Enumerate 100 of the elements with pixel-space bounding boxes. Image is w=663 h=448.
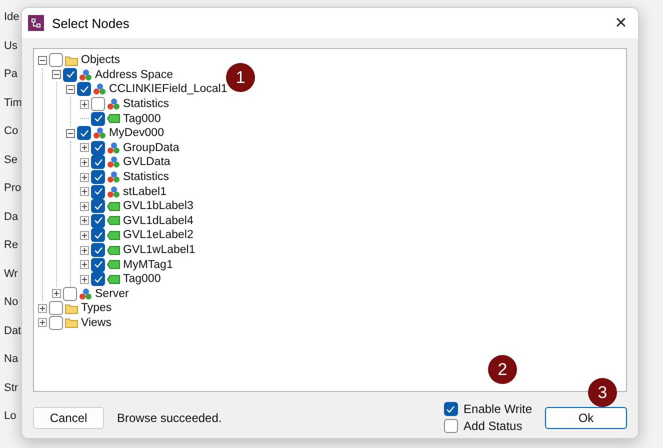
status-text: Browse succeeded.	[117, 410, 223, 424]
checkbox-label[interactable]: Enable Write	[464, 402, 532, 416]
tag-icon	[107, 260, 120, 270]
expand-icon[interactable]	[52, 289, 61, 298]
object-icon	[107, 156, 120, 168]
expand-icon[interactable]	[80, 230, 89, 240]
collapse-icon[interactable]	[52, 70, 61, 80]
expand-icon[interactable]	[80, 143, 89, 152]
background-label: Str	[4, 380, 18, 396]
checkbox[interactable]	[444, 419, 458, 433]
checkbox[interactable]	[444, 402, 458, 416]
background-label: Lo	[4, 409, 16, 424]
cancel-button[interactable]: Cancel	[33, 406, 104, 428]
tree-item-label[interactable]: GVLData	[123, 156, 170, 168]
folder-icon	[65, 302, 78, 314]
checkbox[interactable]	[91, 272, 105, 286]
checkbox[interactable]	[91, 155, 105, 170]
object-icon	[79, 288, 92, 300]
tag-icon	[107, 230, 120, 240]
expand-icon[interactable]	[80, 100, 89, 109]
checkbox[interactable]	[91, 97, 105, 112]
expand-icon[interactable]	[80, 158, 89, 167]
checkbox[interactable]	[91, 184, 105, 199]
checkbox[interactable]	[77, 126, 91, 140]
checkbox[interactable]	[91, 258, 105, 272]
app-icon	[28, 15, 44, 31]
checkbox[interactable]	[91, 199, 105, 214]
checkbox[interactable]	[49, 316, 63, 330]
tree-item-label[interactable]: GVL1bLabel3	[123, 200, 194, 212]
checkbox[interactable]	[91, 170, 105, 184]
object-icon	[93, 127, 106, 140]
window-title: Select Nodes	[52, 16, 130, 30]
object-icon	[107, 171, 120, 184]
object-icon	[107, 186, 120, 198]
tag-icon	[107, 114, 120, 124]
checkbox[interactable]	[91, 243, 105, 258]
folder-icon	[65, 317, 78, 328]
ok-button[interactable]: Ok	[545, 406, 627, 428]
tree-item-label[interactable]: Views	[81, 316, 112, 329]
checkbox[interactable]	[91, 214, 105, 228]
collapse-icon[interactable]	[66, 84, 75, 94]
collapse-icon[interactable]	[66, 128, 75, 138]
checkbox-label[interactable]: Add Status	[464, 419, 522, 433]
tree-item-label[interactable]: Address Space	[95, 68, 173, 81]
checkbox[interactable]	[91, 140, 105, 155]
checkbox[interactable]	[63, 68, 77, 82]
folder-icon	[65, 54, 78, 66]
background-label: Tim	[4, 96, 22, 110]
background-label: Da	[4, 210, 18, 224]
tree-item-label[interactable]: GroupData	[123, 142, 180, 154]
tree-item-label[interactable]: CCLINKIEField_Local1	[109, 83, 228, 96]
background-label: Co	[4, 124, 18, 139]
tree-item-label[interactable]: MyDev000	[109, 127, 164, 140]
tree-item-label[interactable]: stLabel1	[123, 186, 166, 198]
tree-item-label[interactable]: MyMTag1	[123, 258, 173, 271]
tag-icon	[107, 246, 120, 255]
close-button[interactable]: ×	[604, 8, 638, 38]
tree-item-label[interactable]: Statistics	[123, 171, 170, 184]
collapse-icon[interactable]	[38, 56, 47, 65]
checkmark-icon	[446, 404, 456, 414]
expand-icon[interactable]	[38, 304, 47, 313]
background-label: Us	[4, 38, 18, 54]
expand-icon[interactable]	[80, 274, 89, 284]
tag-icon	[107, 216, 120, 226]
checkbox[interactable]	[49, 301, 63, 316]
checkbox[interactable]	[91, 112, 105, 126]
background-label: Re	[4, 238, 18, 253]
tree-item-label[interactable]: Tag000	[123, 273, 161, 286]
tree-item-label[interactable]: Tag000	[123, 112, 161, 125]
checkbox[interactable]	[49, 53, 63, 68]
expand-icon[interactable]	[38, 318, 47, 328]
tree-item-label[interactable]: Server	[95, 288, 129, 300]
checkbox[interactable]	[91, 228, 105, 242]
tag-icon	[107, 274, 120, 284]
expand-icon[interactable]	[80, 216, 89, 226]
tree-item-label[interactable]: Statistics	[123, 98, 170, 110]
tree-item-label[interactable]: GVL1wLabel1	[123, 244, 196, 256]
background-label: Pa	[4, 67, 18, 82]
object-icon	[93, 83, 106, 96]
expand-icon[interactable]	[80, 172, 89, 182]
expand-icon[interactable]	[80, 187, 89, 196]
object-icon	[79, 68, 92, 81]
tree-item-label[interactable]: Objects	[81, 54, 120, 66]
background-label: Ide	[4, 10, 20, 25]
expand-icon[interactable]	[80, 246, 89, 255]
tree-item-label[interactable]: GVL1dLabel4	[123, 214, 194, 227]
object-icon	[107, 142, 120, 154]
object-icon	[107, 98, 120, 110]
tree-item-label[interactable]: Types	[81, 302, 112, 314]
background-label: Na	[4, 352, 18, 367]
checkbox[interactable]	[63, 286, 77, 301]
expand-icon[interactable]	[80, 260, 89, 270]
background-label: Pro	[4, 181, 22, 196]
expand-icon[interactable]	[80, 202, 89, 211]
background-label: Se	[4, 152, 18, 168]
checkbox[interactable]	[77, 82, 91, 96]
tree-item-label[interactable]: GVL1eLabel2	[123, 229, 194, 242]
tag-icon	[107, 202, 120, 211]
background-label: Dat	[4, 324, 22, 338]
background-label: Wr	[4, 266, 18, 282]
